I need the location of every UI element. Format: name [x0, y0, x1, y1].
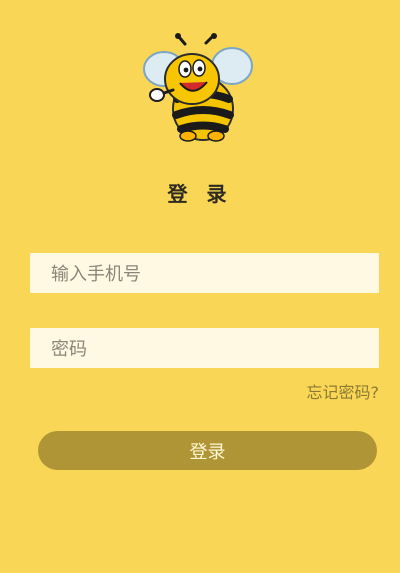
- bee-logo: [140, 33, 262, 149]
- login-button[interactable]: 登录: [38, 431, 377, 470]
- page-title: 登 录: [167, 182, 233, 206]
- phone-input[interactable]: 输入手机号: [30, 253, 379, 293]
- password-placeholder: 密码: [51, 339, 87, 360]
- phone-placeholder: 输入手机号: [51, 264, 141, 285]
- forgot-password-link[interactable]: 忘记密码?: [307, 379, 380, 403]
- password-input[interactable]: 密码: [30, 328, 379, 368]
- login-button-label: 登录: [189, 441, 226, 463]
- bee-icon: [143, 33, 253, 142]
